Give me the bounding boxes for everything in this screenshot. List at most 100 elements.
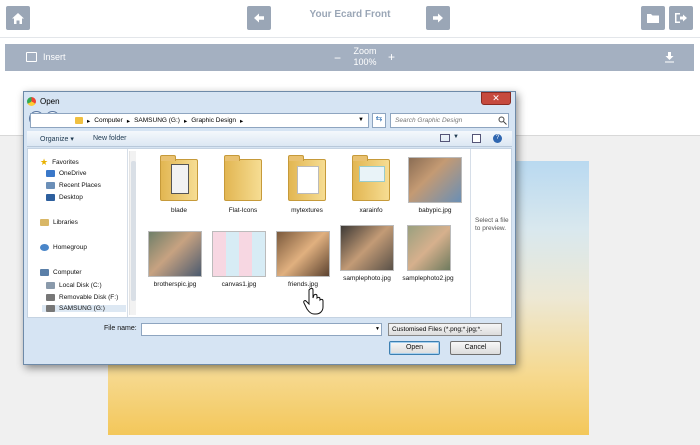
file-type-select[interactable]: Customised Files (*.png;*.jpg;*. xyxy=(388,323,502,336)
nav-label: OneDrive xyxy=(59,170,87,177)
hand-cursor-icon xyxy=(303,287,324,315)
view-dropdown-icon[interactable]: ▼ xyxy=(453,134,459,140)
view-options-icon[interactable] xyxy=(440,134,450,142)
file-label: xarainfo xyxy=(359,207,383,214)
onedrive-icon xyxy=(46,170,55,177)
chrome-icon xyxy=(27,96,36,106)
exit-icon xyxy=(675,13,687,23)
breadcrumb-sep: ▸ xyxy=(87,117,91,125)
folder-icon xyxy=(352,155,390,201)
exit-button[interactable] xyxy=(669,6,693,30)
cancel-button[interactable]: Cancel xyxy=(450,341,501,355)
breadcrumb-sep: ▸ xyxy=(240,117,244,125)
arrow-right-icon xyxy=(433,13,443,23)
forward-button[interactable] xyxy=(426,6,450,30)
image-thumbnail xyxy=(408,157,462,203)
open-button[interactable]: Open xyxy=(389,341,440,355)
nav-homegroup[interactable]: Homegroup xyxy=(40,244,87,251)
nav-samsung[interactable]: SAMSUNG (G:) xyxy=(42,305,126,312)
scrollbar-thumb[interactable] xyxy=(131,161,136,301)
folder-item[interactable]: xarainfo xyxy=(340,153,402,214)
address-dropdown-icon[interactable]: ▼ xyxy=(358,117,364,123)
folder-item[interactable]: Flat-Icons xyxy=(212,153,274,214)
nav-label: Libraries xyxy=(53,219,78,226)
nav-label: Computer xyxy=(53,269,82,276)
open-folder-button[interactable] xyxy=(641,6,665,30)
zoom-readout: Zoom 100% xyxy=(350,46,380,68)
nav-favorites[interactable]: ★ Favorites xyxy=(40,157,79,168)
refresh-button[interactable]: ⇆ xyxy=(372,113,386,128)
close-button[interactable]: ✕ xyxy=(481,92,511,105)
file-label: brotherspic.jpg xyxy=(153,281,197,288)
folder-icon xyxy=(224,155,262,201)
editor-toolbar: Insert − Zoom 100% + xyxy=(5,44,694,71)
nav-label: Favorites xyxy=(52,159,79,166)
nav-label: SAMSUNG (G:) xyxy=(59,305,105,312)
zoom-in-button[interactable]: + xyxy=(388,50,395,64)
drive-icon xyxy=(46,305,55,312)
file-label: samplephoto.jpg xyxy=(343,275,391,282)
breadcrumb-graphic-design[interactable]: Graphic Design xyxy=(191,117,236,124)
zoom-label: Zoom xyxy=(353,46,377,56)
new-folder-button[interactable]: New folder xyxy=(93,135,126,142)
nav-scrollbar[interactable] xyxy=(129,151,136,315)
image-item[interactable]: babypic.jpg xyxy=(404,153,466,214)
image-item[interactable]: samplephoto.jpg xyxy=(336,221,398,282)
nav-removable-disk[interactable]: Removable Disk (F:) xyxy=(46,294,118,301)
filename-input[interactable] xyxy=(141,323,382,336)
folder-icon xyxy=(160,155,198,201)
homegroup-icon xyxy=(40,244,49,251)
nav-recent-places[interactable]: Recent Places xyxy=(46,182,101,189)
breadcrumb-computer[interactable]: Computer xyxy=(94,117,123,124)
zoom-out-button[interactable]: − xyxy=(334,51,341,65)
nav-label: Desktop xyxy=(59,194,83,201)
drive-icon xyxy=(46,282,55,289)
nav-label: Local Disk (C:) xyxy=(59,282,102,289)
nav-libraries[interactable]: Libraries xyxy=(40,219,78,226)
insert-button[interactable]: Insert xyxy=(43,52,66,62)
image-thumbnail xyxy=(276,231,330,277)
nav-desktop[interactable]: Desktop xyxy=(46,194,83,201)
file-label: samplephoto2.jpg xyxy=(402,275,454,282)
breadcrumb-samsung[interactable]: SAMSUNG (G:) xyxy=(134,117,180,124)
nav-label: Recent Places xyxy=(59,182,101,189)
image-item[interactable]: brotherspic.jpg xyxy=(144,227,206,288)
home-button[interactable] xyxy=(6,6,30,30)
download-icon[interactable] xyxy=(664,51,675,63)
folder-item[interactable]: blade xyxy=(148,153,210,214)
filename-dropdown-icon[interactable]: ▼ xyxy=(375,326,380,332)
dialog-title: Open xyxy=(40,96,60,106)
file-browser-pane: ★ Favorites OneDrive Recent Places Deskto… xyxy=(27,148,512,318)
image-item[interactable]: friends.jpg xyxy=(272,227,334,288)
preview-pane-icon[interactable] xyxy=(472,134,481,143)
nav-label: Removable Disk (F:) xyxy=(59,294,119,301)
star-icon: ★ xyxy=(40,157,49,167)
back-button[interactable] xyxy=(247,6,271,30)
computer-icon xyxy=(40,269,49,276)
organize-button[interactable]: Organize ▾ xyxy=(40,135,74,143)
zoom-value: 100% xyxy=(353,57,377,67)
image-item[interactable]: canvas1.jpg xyxy=(208,227,270,288)
nav-local-disk[interactable]: Local Disk (C:) xyxy=(46,282,102,289)
image-thumbnail xyxy=(212,231,266,277)
file-label: babypic.jpg xyxy=(418,207,452,214)
insert-icon xyxy=(26,52,37,62)
folder-icon xyxy=(288,155,326,201)
navigation-pane: ★ Favorites OneDrive Recent Places Deskto… xyxy=(28,149,128,317)
folder-small-icon xyxy=(75,117,83,124)
image-item[interactable]: samplephoto2.jpg xyxy=(400,221,456,282)
arrow-left-icon xyxy=(254,13,264,23)
filename-label: File name: xyxy=(104,325,137,332)
nav-computer[interactable]: Computer xyxy=(40,269,82,276)
address-bar[interactable]: ▸ Computer ▸ SAMSUNG (G:) ▸ Graphic Desi… xyxy=(30,113,369,128)
image-thumbnail xyxy=(148,231,202,277)
nav-onedrive[interactable]: OneDrive xyxy=(46,170,86,177)
folder-item[interactable]: mytextures xyxy=(276,153,338,214)
desktop-icon xyxy=(46,194,55,201)
drive-icon xyxy=(46,294,55,301)
top-bar: Your Ecard Front xyxy=(0,0,700,38)
breadcrumb-sep: ▸ xyxy=(183,117,188,125)
help-icon[interactable]: ? xyxy=(493,134,502,143)
search-input[interactable]: Search Graphic Design xyxy=(390,113,509,128)
open-file-dialog: Open ✕ ▸ Computer ▸ SAMSUNG (G:) ▸ Graph… xyxy=(23,91,516,365)
